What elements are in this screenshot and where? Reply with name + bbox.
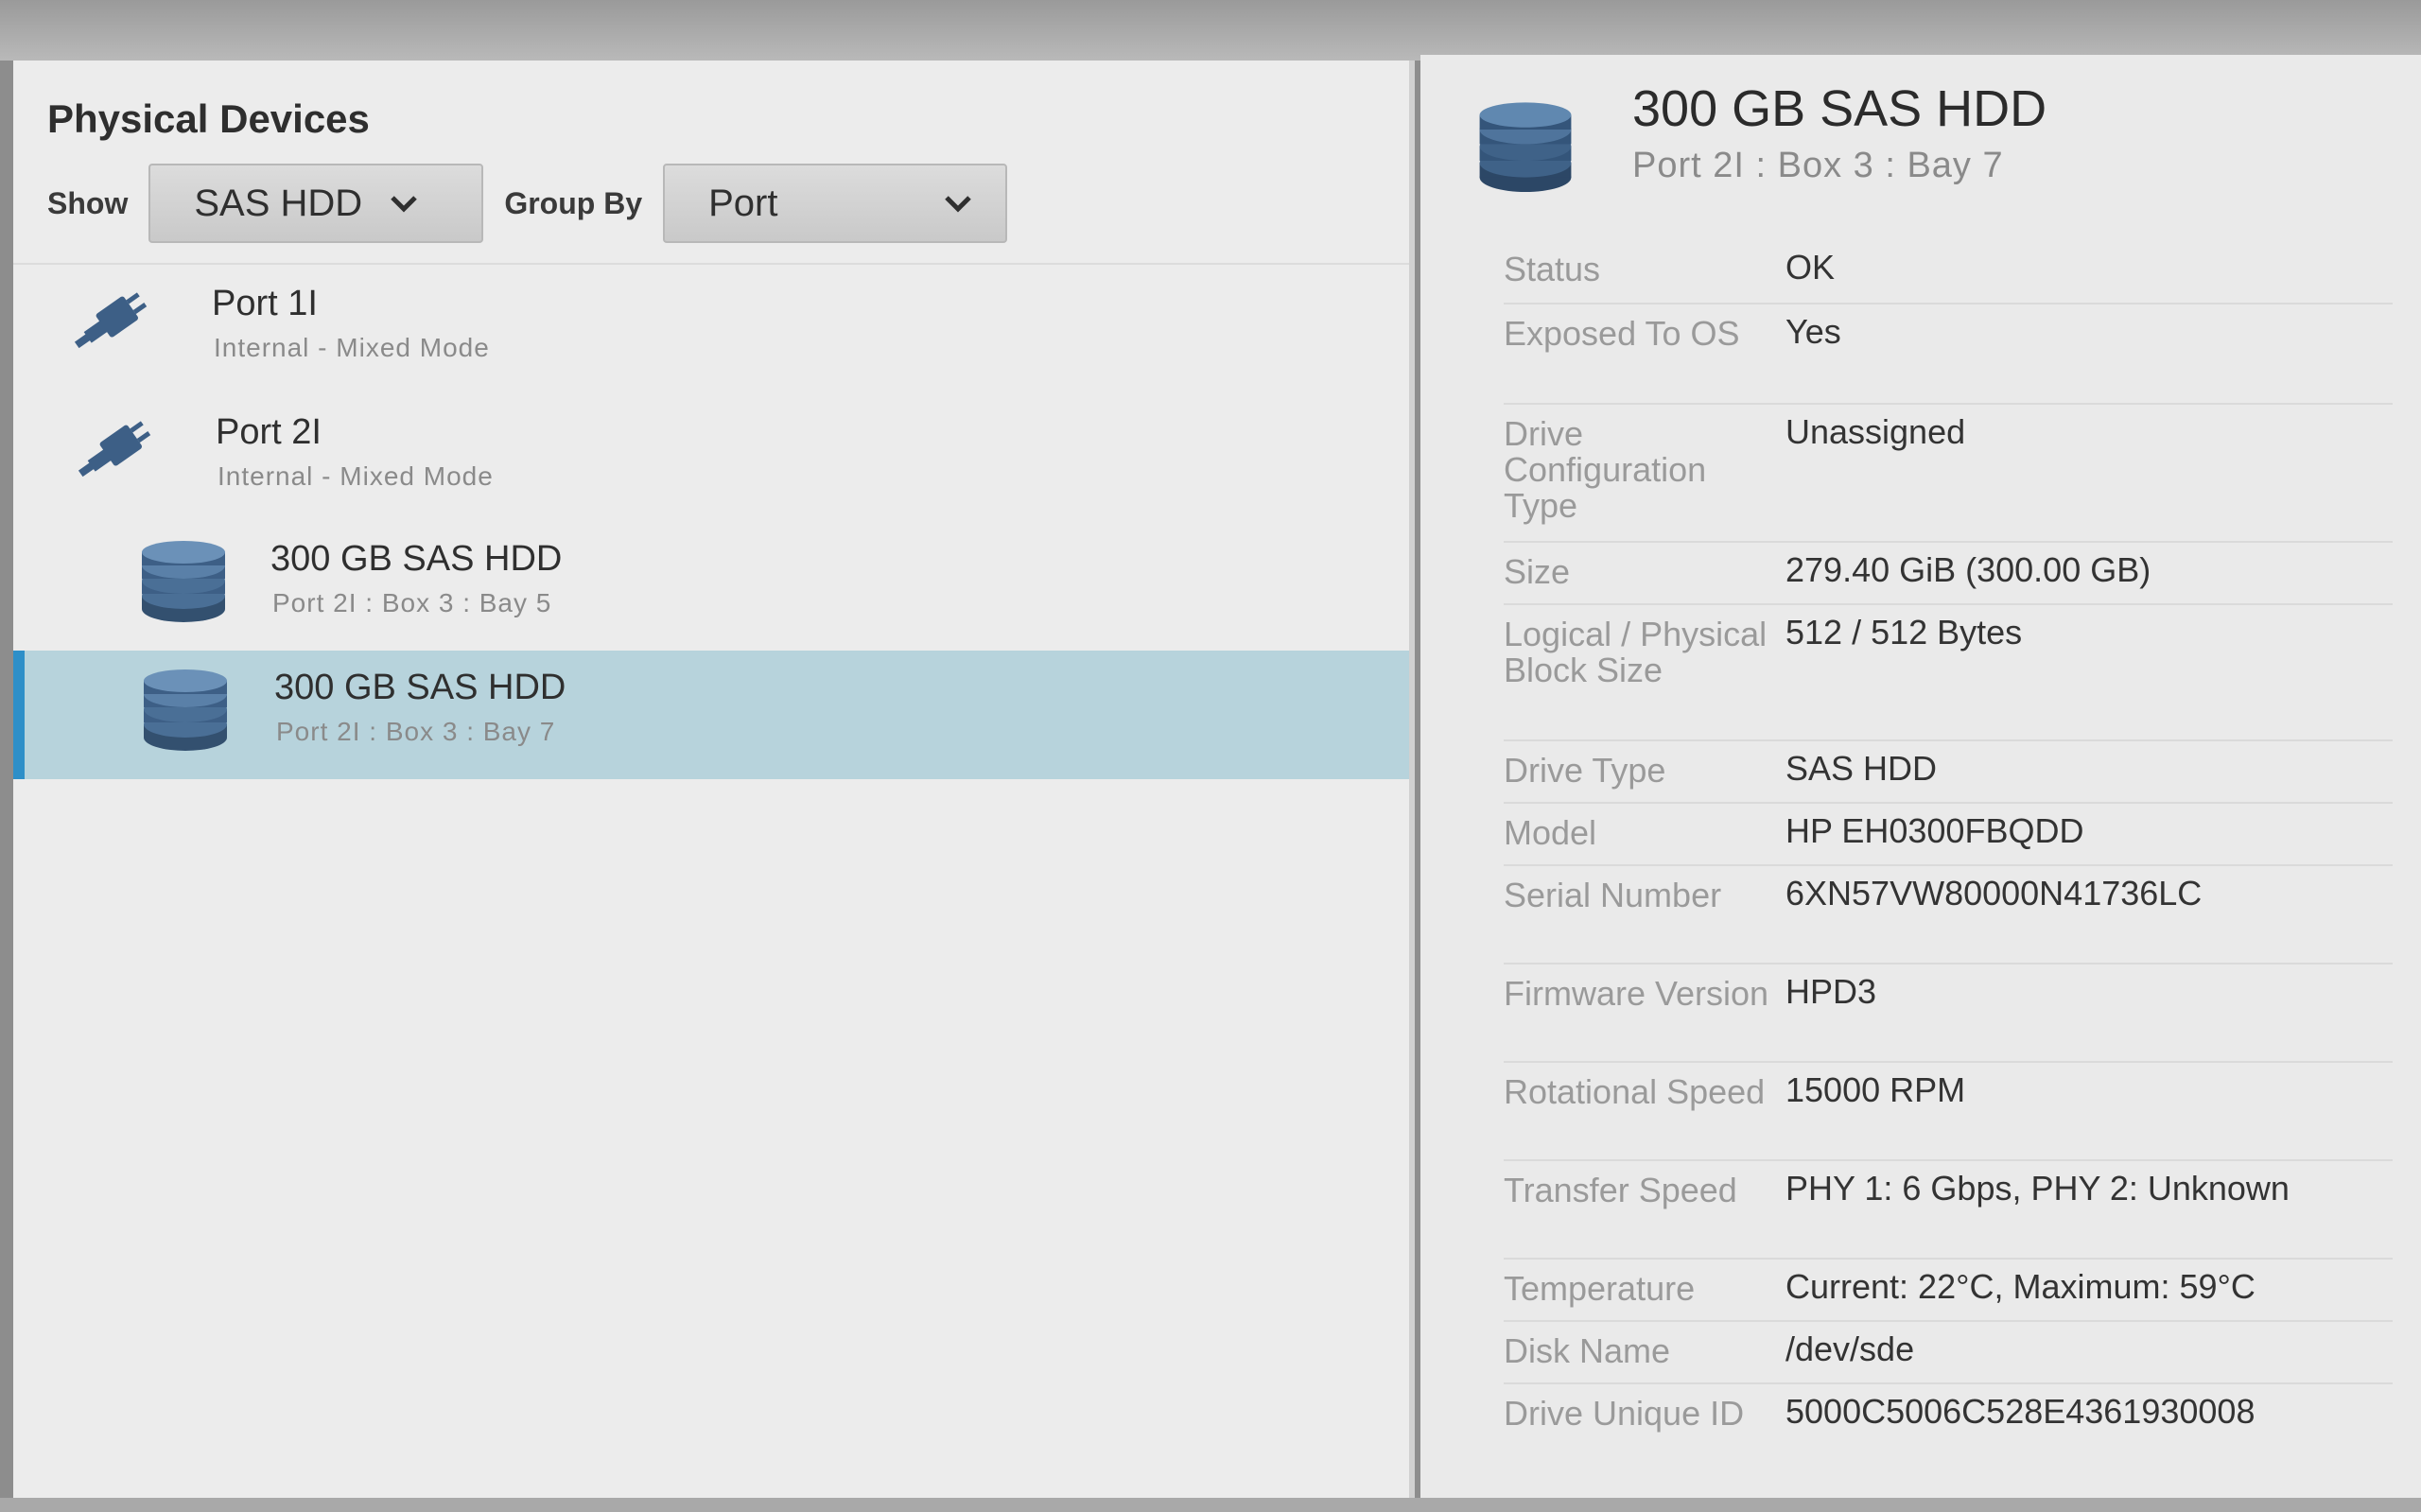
property-row-drive-type: Drive Type SAS HDD	[1504, 741, 2393, 804]
window-top-strip	[0, 0, 2421, 61]
property-value: SAS HDD	[1785, 749, 1938, 788]
list-item-name: Port 2I	[216, 412, 322, 452]
chevron-down-icon	[385, 184, 423, 222]
disk-stack-icon	[1473, 98, 1577, 202]
property-key: Drive Unique ID	[1504, 1394, 1745, 1433]
property-row-drive-configuration-type: Drive Configuration Type Unassigned	[1504, 405, 2393, 543]
list-item-subtitle: Internal - Mixed Mode	[218, 461, 494, 491]
physical-devices-pane: Physical Devices Show SAS HDD Group By P…	[13, 61, 1415, 1498]
property-row-firmware-version: Firmware Version HPD3	[1504, 965, 2393, 1063]
property-key: Firmware Version	[1504, 974, 1769, 1013]
list-item-hdd-bay-5[interactable]: 300 GB SAS HDD Port 2I : Box 3 : Bay 5	[13, 522, 1409, 651]
property-key: Serial Number	[1504, 876, 1722, 914]
property-key: Temperature	[1504, 1269, 1696, 1308]
chevron-down-icon	[939, 184, 977, 222]
property-row-exposed-to-os: Exposed To OS Yes	[1504, 304, 2393, 405]
list-item-name: 300 GB SAS HDD	[274, 668, 566, 707]
detail-title: 300 GB SAS HDD	[1632, 80, 2047, 137]
property-key: Drive Type	[1504, 751, 1666, 790]
property-row-model: Model HP EH0300FBQDD	[1504, 804, 2393, 866]
property-key: Rotational Speed	[1504, 1072, 1766, 1111]
group-by-select-value: Port	[708, 182, 778, 224]
list-item-name: 300 GB SAS HDD	[270, 539, 563, 579]
group-by-select[interactable]: Port	[663, 164, 1008, 243]
property-key: Status	[1504, 250, 1601, 288]
property-value: HPD3	[1785, 972, 1877, 1011]
show-select[interactable]: SAS HDD	[148, 164, 484, 243]
property-value: Unassigned	[1785, 412, 1966, 451]
property-value: OK	[1785, 248, 1836, 287]
show-label: Show	[47, 185, 129, 220]
property-value: 5000C5006C528E4361930008	[1785, 1392, 2256, 1431]
property-row-temperature: Temperature Current: 22°C, Maximum: 59°C	[1504, 1260, 2393, 1322]
property-key: Exposed To OS	[1504, 314, 1740, 353]
pane-title: Physical Devices	[47, 96, 370, 141]
property-key: Disk Name	[1504, 1331, 1671, 1370]
disk-stack-icon	[138, 666, 233, 760]
list-item-subtitle: Internal - Mixed Mode	[214, 333, 490, 362]
list-item-subtitle: Port 2I : Box 3 : Bay 7	[276, 717, 556, 746]
window-bottom-strip	[0, 1498, 2421, 1512]
property-row-status: Status OK	[1504, 240, 2393, 304]
property-key: Logical / Physical Block Size	[1504, 615, 1768, 689]
detail-subtitle: Port 2I : Box 3 : Bay 7	[1632, 146, 2004, 185]
property-key: Drive Configuration Type	[1504, 414, 1707, 525]
device-details-pane: 300 GB SAS HDD Port 2I : Box 3 : Bay 7 S…	[1420, 55, 2421, 1498]
filter-row: Show SAS HDD Group By Port	[47, 163, 1028, 244]
property-row-disk-name: Disk Name /dev/sde	[1504, 1322, 2393, 1384]
property-value: 6XN57VW80000N41736LC	[1785, 874, 2203, 912]
property-value: 512 / 512 Bytes	[1785, 613, 2023, 652]
list-item-port-1i[interactable]: Port 1I Internal - Mixed Mode	[13, 265, 1409, 393]
group-by-label: Group By	[504, 185, 643, 220]
property-value: 15000 RPM	[1785, 1070, 1966, 1109]
cable-plug-icon	[78, 410, 172, 505]
list-item-hdd-bay-7[interactable]: 300 GB SAS HDD Port 2I : Box 3 : Bay 7	[13, 651, 1409, 779]
property-value: PHY 1: 6 Gbps, PHY 2: Unknown	[1785, 1169, 2290, 1208]
property-key: Size	[1504, 552, 1571, 591]
property-value: /dev/sde	[1785, 1330, 1915, 1368]
property-row-transfer-speed: Transfer Speed PHY 1: 6 Gbps, PHY 2: Unk…	[1504, 1161, 2393, 1260]
device-list: Port 1I Internal - Mixed Mode Port 2I In…	[13, 263, 1409, 779]
property-row-serial-number: Serial Number 6XN57VW80000N41736LC	[1504, 866, 2393, 965]
property-key: Model	[1504, 813, 1597, 852]
property-row-size: Size 279.40 GiB (300.00 GB)	[1504, 543, 2393, 605]
property-value: 279.40 GiB (300.00 GB)	[1785, 550, 2151, 589]
list-item-subtitle: Port 2I : Box 3 : Bay 5	[272, 588, 552, 617]
property-table: Status OK Exposed To OS Yes Drive Config…	[1504, 240, 2393, 1483]
list-item-name: Port 1I	[212, 284, 318, 323]
property-row-block-size: Logical / Physical Block Size 512 / 512 …	[1504, 605, 2393, 741]
property-value: HP EH0300FBQDD	[1785, 811, 2084, 850]
property-row-rotational-speed: Rotational Speed 15000 RPM	[1504, 1063, 2393, 1161]
list-item-port-2i[interactable]: Port 2I Internal - Mixed Mode	[13, 393, 1409, 522]
cable-plug-icon	[74, 282, 168, 376]
property-value: Yes	[1785, 312, 1841, 351]
property-key: Transfer Speed	[1504, 1171, 1737, 1209]
disk-stack-icon	[136, 537, 231, 632]
property-row-drive-unique-id: Drive Unique ID 5000C5006C528E4361930008	[1504, 1384, 2393, 1483]
show-select-value: SAS HDD	[194, 182, 363, 224]
property-value: Current: 22°C, Maximum: 59°C	[1785, 1267, 2256, 1306]
